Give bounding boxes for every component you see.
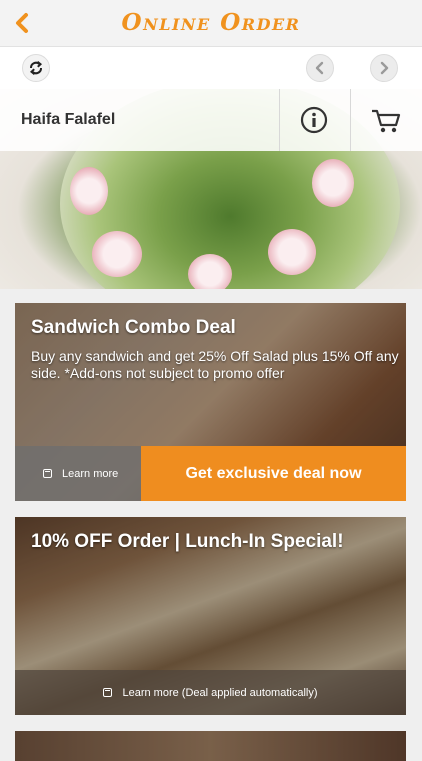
divider [279,89,280,151]
image-icon [43,469,52,478]
card-overlay [15,731,406,761]
radish-slice [92,231,142,277]
radish-slice [188,254,232,289]
learn-more-button[interactable]: Learn more [15,446,141,501]
next-button[interactable] [370,54,398,82]
info-button[interactable] [300,106,328,134]
get-deal-button[interactable]: Get exclusive deal now [141,446,406,501]
restaurant-bar: Haifa Falafel [0,89,422,151]
deal-card[interactable]: Sandwich Combo Deal Buy any sandwich and… [15,303,406,501]
radish-slice [268,229,316,275]
top-bar: Online Order [0,0,422,47]
deal-title: Sandwich Combo Deal [31,317,236,338]
restaurant-name: Haifa Falafel [21,111,116,128]
image-icon [103,688,113,697]
nav-strip [0,47,422,89]
learn-more-label: Learn more (Deal applied automatically) [122,686,318,699]
refresh-icon [29,61,43,75]
refresh-button[interactable] [22,54,50,82]
radish-slice [70,167,108,215]
deal-title: 10% OFF Order | Lunch-In Special! [31,531,344,552]
deal-card[interactable] [15,731,406,761]
divider [350,89,351,151]
radish-slice [312,159,354,207]
deal-description: Buy any sandwich and get 25% Off Salad p… [31,348,399,381]
learn-more-label: Learn more [62,467,119,480]
deal-card[interactable]: 10% OFF Order | Lunch-In Special! Learn … [15,517,406,715]
learn-more-button[interactable]: Learn more (Deal applied automatically) [15,670,406,715]
chevron-right-icon [380,61,389,75]
cart-button[interactable] [370,107,402,135]
page-title: Online Order [121,9,301,36]
previous-button[interactable] [306,54,334,82]
cart-icon [372,109,401,133]
info-icon [300,106,328,134]
chevron-left-icon [315,61,324,75]
